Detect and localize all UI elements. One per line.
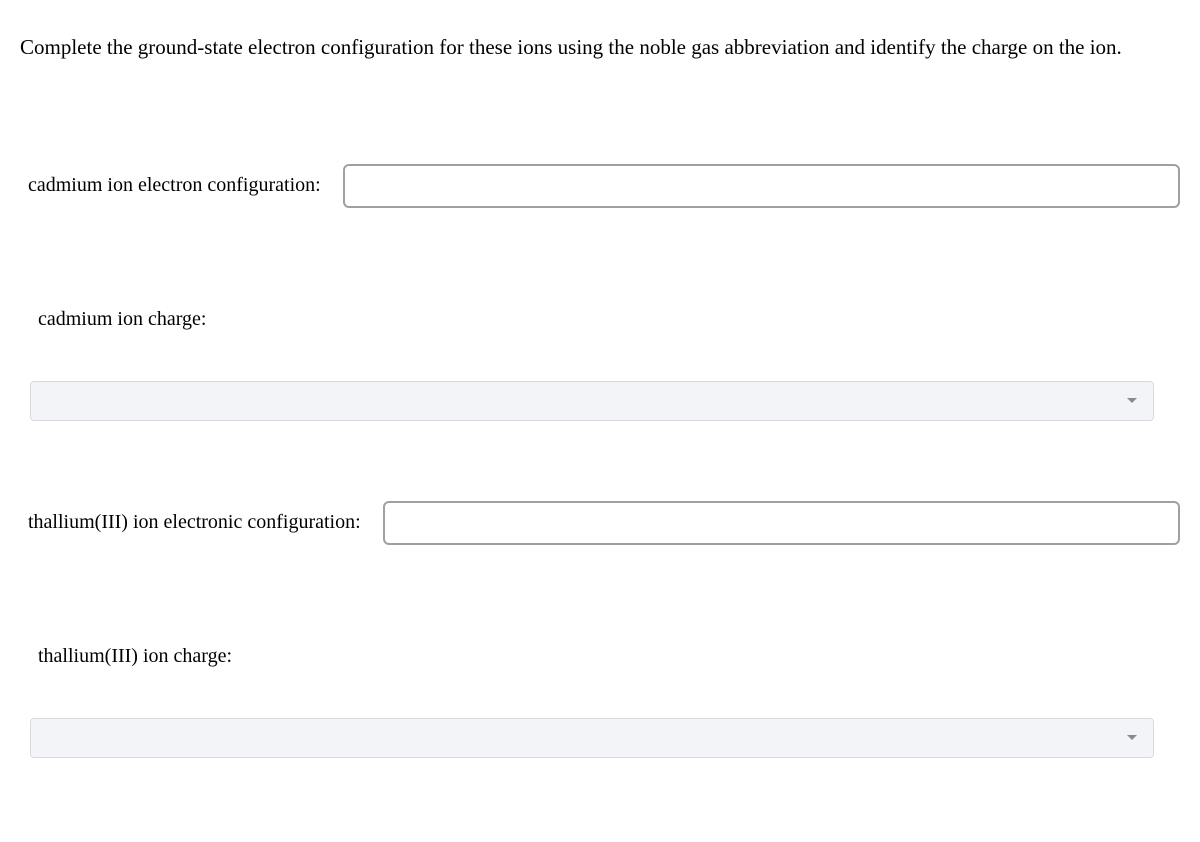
cadmium-config-row: cadmium ion electron configuration:: [20, 164, 1180, 208]
chevron-down-icon: [1127, 735, 1137, 740]
thallium-config-label: thallium(III) ion electronic configurati…: [28, 511, 361, 534]
question-text: Complete the ground-state electron confi…: [20, 32, 1180, 64]
chevron-down-icon: [1127, 398, 1137, 403]
thallium-config-row: thallium(III) ion electronic configurati…: [20, 501, 1180, 545]
cadmium-charge-section: cadmium ion charge:: [20, 308, 1180, 421]
cadmium-charge-dropdown[interactable]: [30, 381, 1154, 421]
thallium-config-input[interactable]: [383, 501, 1180, 545]
cadmium-config-input[interactable]: [343, 164, 1180, 208]
thallium-charge-section: thallium(III) ion charge:: [20, 645, 1180, 758]
cadmium-config-label: cadmium ion electron configuration:: [28, 174, 321, 197]
cadmium-charge-label: cadmium ion charge:: [38, 308, 1180, 331]
thallium-charge-label: thallium(III) ion charge:: [38, 645, 1180, 668]
thallium-charge-dropdown[interactable]: [30, 718, 1154, 758]
